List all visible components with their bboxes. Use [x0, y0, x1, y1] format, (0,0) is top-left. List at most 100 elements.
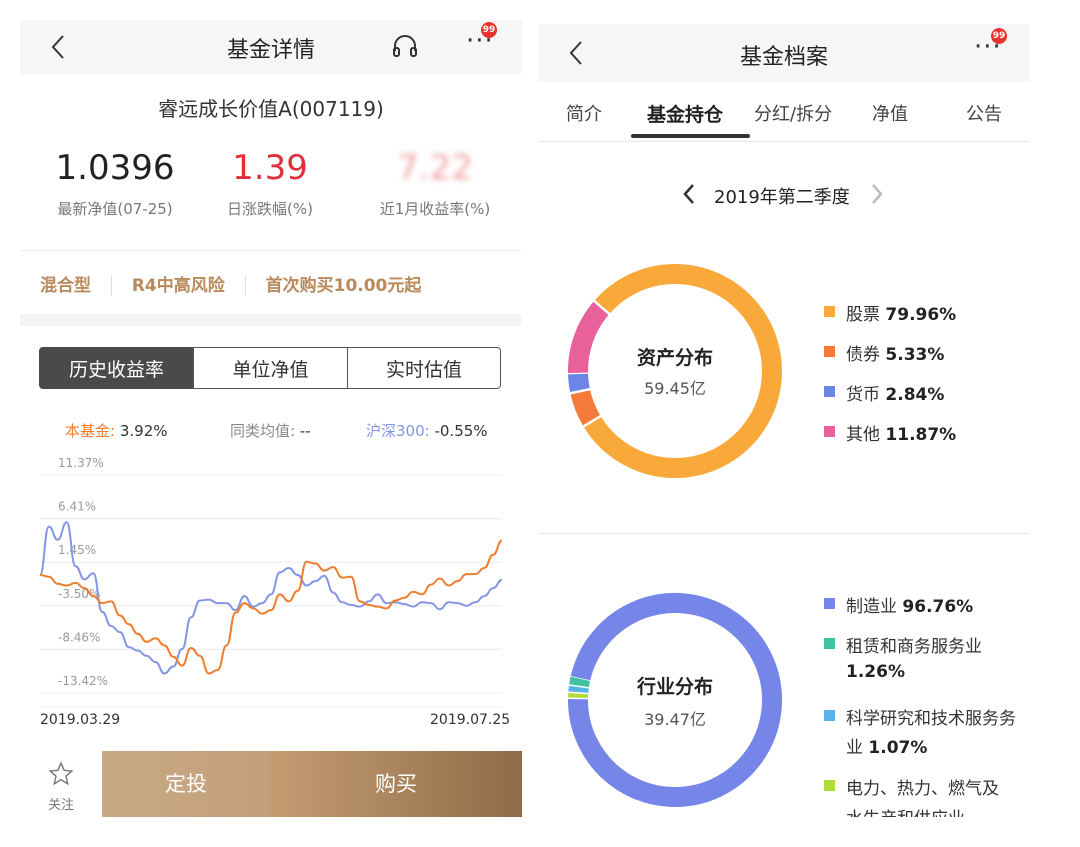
- legend-label: 股票: [846, 305, 880, 325]
- y-tick-label: -13.42%: [58, 674, 108, 688]
- monthly-return-value: 7.22: [397, 148, 473, 188]
- legend-swatch-bond: [824, 346, 835, 357]
- legend-value: 1.07%: [868, 738, 928, 758]
- y-tick-label: 1.45%: [58, 543, 96, 557]
- asset-donut-total: 59.45亿: [644, 379, 706, 398]
- y-tick-label: 11.37%: [58, 456, 104, 470]
- legend-swatch-other: [824, 426, 835, 437]
- left-header: 基金详情 ··· 99: [20, 20, 522, 74]
- legend-cash: 货币 2.84%: [846, 380, 944, 405]
- tab-intro[interactable]: 简介: [566, 100, 602, 126]
- y-tick-label: 6.41%: [58, 500, 96, 514]
- x-axis-start: 2019.03.29: [40, 712, 121, 728]
- legend-swatch-utilities: [824, 780, 835, 791]
- tab-history-return[interactable]: 历史收益率: [39, 347, 194, 389]
- follow-label: 关注: [47, 798, 74, 813]
- industry-legend: 制造业 96.76% 租赁和商务服务业 1.26% 科学研究和技术服务务 业 1…: [820, 590, 1020, 817]
- divider: [20, 250, 522, 251]
- legend-research-cont: 业 1.07%: [846, 733, 927, 758]
- index-return-label: 沪深300:: [366, 422, 430, 440]
- headset-icon[interactable]: [391, 33, 419, 59]
- asset-distribution-donut: [567, 264, 782, 478]
- monthly-return-label: 近1月收益率(%): [379, 200, 491, 218]
- legend-label: 租赁和商务服务业: [846, 637, 982, 657]
- category-average: 同类均值: --: [230, 420, 311, 441]
- tag-risk: R4中高风险: [131, 276, 225, 296]
- tab-unit-nav[interactable]: 单位净值: [193, 347, 348, 389]
- legend-value: 79.96%: [885, 305, 957, 325]
- legend-swatch-research: [824, 710, 835, 721]
- legend-swatch-manufacturing: [824, 598, 835, 609]
- legend-manufacturing: 制造业 96.76%: [846, 592, 973, 617]
- tab-nav[interactable]: 净值: [872, 100, 908, 126]
- legend-swatch-stock: [824, 306, 835, 317]
- quarter-label: 2019年第二季度: [714, 187, 850, 208]
- legend-label: 制造业: [846, 597, 897, 617]
- section-gap: [20, 314, 522, 326]
- donut-slice-manufacturing: [568, 593, 782, 807]
- daily-change-label: 日涨跌幅(%): [227, 200, 313, 218]
- asset-donut-title: 资产分布: [636, 347, 713, 369]
- legend-utilities: 电力、热力、燃气及: [846, 774, 999, 799]
- fund-return: 本基金: 3.92%: [65, 420, 168, 441]
- stats-row: 1.0396 最新净值(07-25) 1.39 日涨跌幅(%) 7.22 近1月…: [20, 148, 522, 228]
- legend-bond: 债券 5.33%: [846, 340, 944, 365]
- page-title: 基金档案: [739, 45, 828, 70]
- x-axis-end: 2019.07.25: [430, 712, 511, 728]
- legend-label: 电力、热力、燃气及: [846, 779, 999, 799]
- legend-label: 业: [846, 738, 863, 758]
- legend-value: 1.26%: [846, 662, 905, 682]
- legend-value: 5.33%: [885, 345, 945, 365]
- series-line-index: [39, 521, 503, 675]
- follow-button[interactable]: 关注: [20, 751, 102, 817]
- legend-label: 科学研究和技术服务务: [846, 709, 1016, 729]
- legend-label: 货币: [846, 385, 880, 405]
- daily-change-value: 1.39: [232, 148, 308, 188]
- tab-holdings[interactable]: 基金持仓: [647, 100, 723, 127]
- tag-separator: [244, 276, 246, 296]
- next-quarter-icon[interactable]: [870, 183, 884, 205]
- index-return: 沪深300: -0.55%: [366, 420, 488, 441]
- y-tick-label: -8.46%: [58, 630, 100, 644]
- legend-value: 2.84%: [885, 385, 945, 405]
- legend-value: 11.87%: [885, 425, 957, 445]
- legend-leasing: 租赁和商务服务业: [846, 632, 982, 657]
- tab-divider: [538, 141, 1030, 142]
- legend-label: 债券: [846, 345, 880, 365]
- legend-leasing-value: 1.26%: [846, 662, 905, 682]
- fund-return-label: 本基金:: [65, 422, 116, 440]
- industry-distribution-donut: [567, 593, 782, 807]
- fund-name: 睿远成长价值A(007119): [158, 97, 384, 121]
- notification-badge: 99: [991, 28, 1007, 44]
- category-average-label: 同类均值:: [230, 422, 296, 440]
- legend-stock: 股票 79.96%: [846, 300, 956, 325]
- star-icon: [48, 761, 74, 786]
- nav-label: 最新净值(07-25): [57, 200, 173, 218]
- legend-label: 水生产和供应业: [846, 809, 965, 817]
- prev-quarter-icon[interactable]: [682, 183, 696, 205]
- page-title: 基金详情: [226, 38, 315, 63]
- tag-type: 混合型: [40, 276, 91, 296]
- legend-swatch-leasing: [824, 638, 835, 649]
- legend-label: 其他: [846, 425, 880, 445]
- donut-slice-stock: [583, 264, 782, 478]
- legend-other: 其他 11.87%: [846, 420, 956, 445]
- nav-value: 1.0396: [55, 148, 175, 188]
- return-line-chart: 11.37% 6.41% 1.45% -3.50% -8.46% -13.42%: [39, 456, 503, 708]
- legend-research: 科学研究和技术服务务: [846, 704, 1016, 729]
- active-tab-underline: [631, 134, 750, 138]
- tag-row: 混合型 R4中高风险 首次购买10.00元起: [40, 271, 421, 296]
- index-return-value: -0.55%: [434, 422, 488, 440]
- fixed-invest-button[interactable]: 定投: [102, 751, 270, 817]
- fund-return-value: 3.92%: [119, 422, 168, 440]
- legend-swatch-cash: [824, 386, 835, 397]
- tab-realtime-estimate[interactable]: 实时估值: [347, 347, 501, 389]
- industry-donut-title: 行业分布: [636, 676, 713, 698]
- section-divider: [538, 533, 1030, 534]
- notification-badge: 99: [481, 22, 497, 38]
- tag-separator: [110, 276, 112, 296]
- tab-announcement[interactable]: 公告: [966, 100, 1002, 126]
- buy-button[interactable]: 购买: [270, 751, 522, 817]
- tab-dividend-split[interactable]: 分红/拆分: [754, 100, 832, 126]
- y-tick-label: -3.50%: [58, 587, 100, 601]
